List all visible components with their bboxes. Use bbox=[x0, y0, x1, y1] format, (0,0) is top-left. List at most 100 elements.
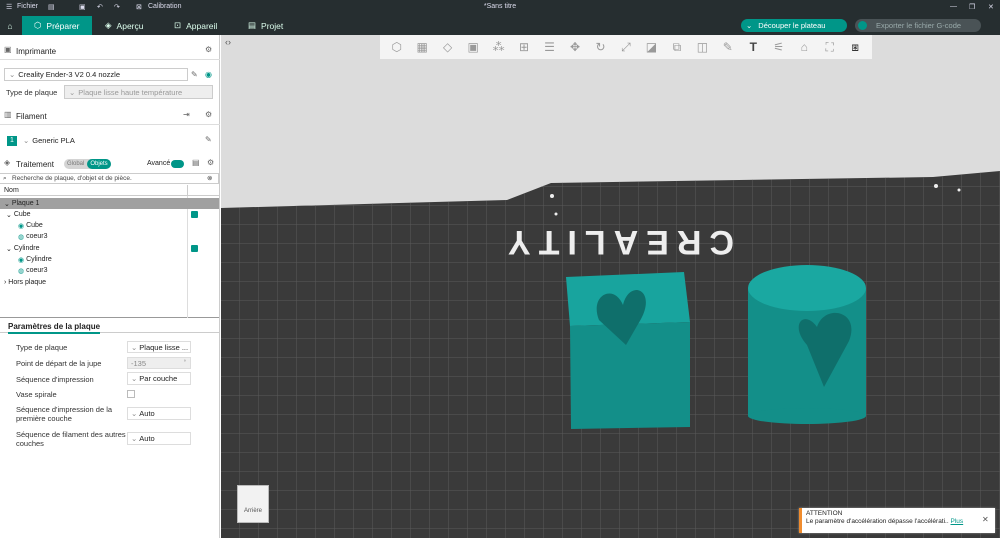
collapse-panel-icon[interactable]: ‹› bbox=[221, 35, 235, 49]
text-tool-icon[interactable]: T bbox=[746, 40, 760, 54]
filament-settings-icon[interactable]: ⚙ bbox=[205, 111, 212, 119]
chevron-down-icon: ⌄ bbox=[23, 136, 30, 145]
arrange-icon[interactable]: ▣ bbox=[466, 40, 480, 54]
global-objects-toggle[interactable]: Global Objets bbox=[64, 159, 111, 169]
filament-section-header: ▥ Filament ⇥ ⚙ bbox=[0, 108, 220, 125]
lay-on-face-icon[interactable]: ◪ bbox=[644, 40, 658, 54]
plate-grid-icon[interactable]: ▦ bbox=[415, 40, 429, 54]
measure-icon[interactable]: ⚟ bbox=[772, 40, 786, 54]
save-icon[interactable]: ▣ bbox=[79, 3, 86, 11]
split-objects-icon[interactable]: ⁂ bbox=[492, 40, 506, 54]
column-divider bbox=[187, 185, 188, 196]
plate-params-tab[interactable]: Paramètres de la plaque bbox=[8, 322, 101, 334]
printer-icon: ▣ bbox=[4, 45, 12, 54]
cut-icon[interactable]: ⧉ bbox=[670, 40, 684, 54]
tree-row-object[interactable]: ⌄ Cube bbox=[0, 209, 219, 220]
tree-row-part[interactable]: ◉ Cylindre bbox=[0, 254, 219, 265]
tree-label: coeur3 bbox=[26, 267, 48, 274]
fuzzy-skin-icon[interactable]: ⌂ bbox=[797, 40, 811, 54]
filament-select[interactable]: ⌄ Generic PLA bbox=[20, 134, 201, 147]
export-gcode-button[interactable]: Exporter le fichier G-code bbox=[855, 19, 981, 32]
tree-row-modifier[interactable]: ◍ coeur3 bbox=[0, 231, 219, 242]
skirt-start-input[interactable]: -135 ° bbox=[127, 357, 191, 369]
split-parts-icon[interactable]: ⊞ bbox=[517, 40, 531, 54]
printable-checkbox[interactable] bbox=[191, 211, 198, 218]
wifi-icon[interactable]: ◉ bbox=[205, 71, 212, 79]
tree-row-modifier[interactable]: ◍ coeur3 bbox=[0, 265, 219, 276]
close-icon[interactable]: ✕ bbox=[982, 515, 989, 524]
plate-settings-icon[interactable]: ⧆ bbox=[848, 40, 862, 54]
clear-icon[interactable]: ⊗ bbox=[207, 174, 212, 182]
assembly-icon[interactable]: ⛶ bbox=[823, 40, 837, 54]
move-icon[interactable]: ✥ bbox=[568, 40, 582, 54]
view-cube[interactable]: Arrière bbox=[237, 485, 269, 523]
tab-project[interactable]: ▤ Projet bbox=[248, 16, 308, 35]
tree-label: coeur3 bbox=[26, 233, 48, 240]
tab-label: Préparer bbox=[46, 20, 80, 31]
chevron-down-icon: ⌄ bbox=[69, 87, 76, 97]
advanced-switch[interactable] bbox=[171, 160, 184, 168]
filament-slot-badge[interactable]: 1 bbox=[7, 136, 17, 146]
support-paint-icon[interactable]: ◫ bbox=[695, 40, 709, 54]
tree-row-plate[interactable]: ⌄ Plaque 1 bbox=[0, 198, 219, 209]
slice-button[interactable]: ⌄ Découper le plateau bbox=[741, 19, 847, 32]
chevron-down-icon: ⌄ bbox=[9, 70, 16, 79]
chevron-down-icon: ⌄ bbox=[131, 342, 138, 352]
rotate-icon[interactable]: ↻ bbox=[593, 40, 607, 54]
layers-list-icon[interactable]: ☰ bbox=[543, 40, 557, 54]
calibration-menu[interactable]: Calibration bbox=[148, 3, 181, 10]
part-icon: ◉ bbox=[18, 256, 25, 264]
compare-icon[interactable]: ▤ bbox=[192, 159, 200, 167]
notification-more-link[interactable]: Plus bbox=[951, 518, 964, 525]
seam-paint-icon[interactable]: ✎ bbox=[721, 40, 735, 54]
search-placeholder: Recherche de plaque, d'objet et de pièce… bbox=[12, 175, 132, 182]
printer-section-header: ▣ Imprimante ⚙ bbox=[0, 43, 220, 60]
undo-icon[interactable]: ↶ bbox=[97, 3, 103, 11]
file-menu[interactable]: Fichier bbox=[17, 3, 38, 10]
object-search-input[interactable]: ⌕ Recherche de plaque, d'objet et de pièc… bbox=[0, 173, 219, 184]
printer-select[interactable]: ⌄ Creality Ender-3 V2 0.4 nozzle bbox=[4, 68, 188, 81]
print-sequence-select[interactable]: ⌄ Par couche bbox=[127, 372, 191, 385]
first-layer-sequence-select[interactable]: ⌄ Auto bbox=[127, 407, 191, 420]
edit-icon[interactable]: ✎ bbox=[191, 71, 198, 79]
plate-type-param[interactable]: ⌄ Plaque lisse ... bbox=[127, 341, 191, 353]
project-icon: ▤ bbox=[248, 20, 257, 30]
notification-title: ATTENTION bbox=[806, 510, 843, 517]
maximize-icon[interactable]: ❐ bbox=[969, 3, 975, 11]
param-value: -135 bbox=[131, 358, 147, 368]
tab-preview[interactable]: ◈ Aperçu bbox=[105, 16, 165, 35]
param-label: Séquence de filament des autres couches bbox=[16, 430, 126, 448]
add-object-icon[interactable]: ⬡ bbox=[390, 40, 404, 54]
notification-message: Le paramètre d'accélération dépasse l'ac… bbox=[806, 518, 949, 525]
plate-type-select[interactable]: ⌄ Plaque lisse haute température bbox=[64, 85, 213, 99]
tab-device[interactable]: ⊡ Appareil bbox=[174, 16, 240, 35]
minimize-icon[interactable]: — bbox=[950, 3, 957, 10]
calibration-icon[interactable]: ⊠ bbox=[136, 3, 142, 11]
tree-label: Cube bbox=[13, 211, 31, 218]
filament-section-label: Filament bbox=[16, 111, 47, 121]
tab-prepare[interactable]: ⬡ Préparer bbox=[22, 16, 92, 35]
other-layers-sequence-select[interactable]: ⌄ Auto bbox=[127, 432, 191, 445]
tree-row-outside[interactable]: › Hors plaque bbox=[0, 277, 219, 288]
redo-icon[interactable]: ↷ bbox=[114, 3, 120, 11]
toggle-objects[interactable]: Objets bbox=[87, 159, 111, 169]
spiral-vase-checkbox[interactable] bbox=[127, 390, 135, 398]
process-settings-icon[interactable]: ⚙ bbox=[207, 159, 214, 167]
tree-row-object[interactable]: ⌄ Cylindre bbox=[0, 243, 219, 254]
close-icon[interactable]: ✕ bbox=[988, 3, 994, 11]
bed-logo: CREALITY bbox=[500, 223, 734, 261]
document-icon[interactable]: ▤ bbox=[48, 3, 55, 11]
home-icon[interactable]: ⌂ bbox=[0, 16, 20, 35]
file-menu-icon[interactable]: ☰ bbox=[6, 3, 12, 11]
3d-viewport[interactable]: CREALITY ‹› ⬡ ▦ ◇ ▣ ⁂ ⊞ ☰ ✥ ↻ ⤢ ◪ ⧉ ◫ ✎ … bbox=[221, 35, 1000, 538]
printer-section-label: Imprimante bbox=[16, 46, 57, 56]
tree-row-part[interactable]: ◉ Cube bbox=[0, 220, 219, 231]
build-plate-scene[interactable]: CREALITY bbox=[221, 35, 1000, 538]
printable-checkbox[interactable] bbox=[191, 245, 198, 252]
scale-icon[interactable]: ⤢ bbox=[619, 40, 633, 54]
printer-settings-icon[interactable]: ⚙ bbox=[205, 46, 212, 54]
toggle-global[interactable]: Global bbox=[64, 161, 87, 167]
add-filament-icon[interactable]: ⇥ bbox=[183, 111, 190, 119]
auto-orient-icon[interactable]: ◇ bbox=[441, 40, 455, 54]
edit-icon[interactable]: ✎ bbox=[205, 136, 212, 144]
